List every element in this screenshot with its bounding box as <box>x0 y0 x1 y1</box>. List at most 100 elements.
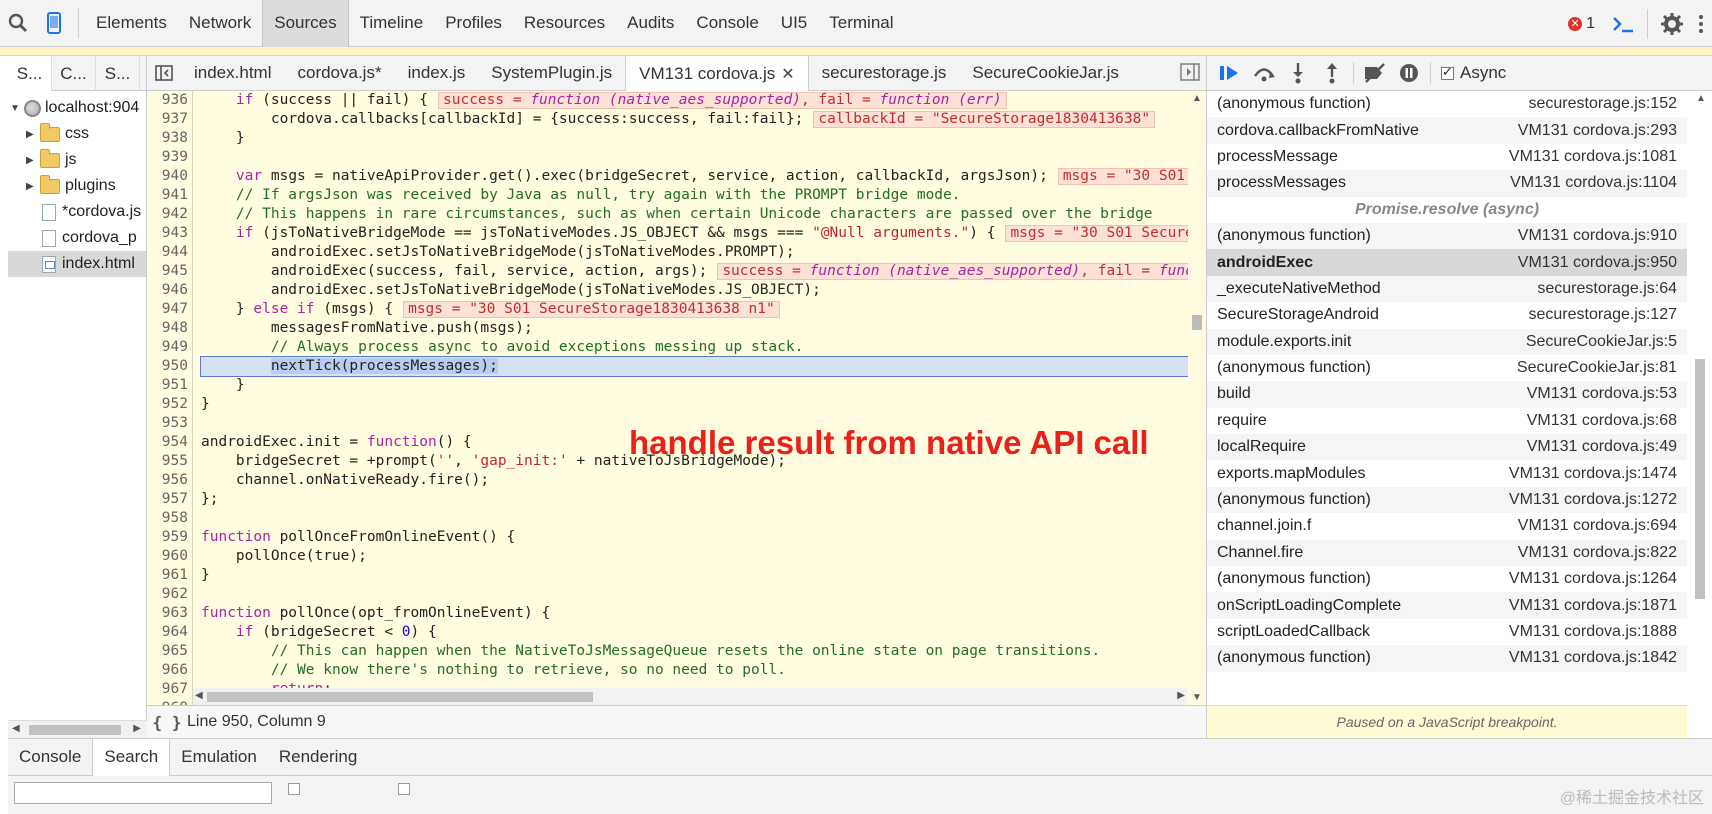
step-into-icon[interactable] <box>1281 56 1315 90</box>
more-options-icon[interactable] <box>1690 1 1712 47</box>
line-number[interactable]: 959 <box>147 528 192 547</box>
code-line[interactable]: // Always process async to avoid excepti… <box>201 338 1206 357</box>
scroll-right-arrow-icon[interactable]: ▶ <box>133 723 141 734</box>
tree-item-index-html[interactable]: index.html <box>8 251 146 277</box>
line-number[interactable]: 941 <box>147 186 192 205</box>
call-frame-location[interactable]: securestorage.js:127 <box>1528 306 1677 324</box>
step-out-icon[interactable] <box>1315 56 1349 90</box>
ignore-case-checkbox[interactable] <box>288 783 300 795</box>
call-frame-location[interactable]: securestorage.js:152 <box>1528 95 1677 113</box>
code-line[interactable]: channel.onNativeReady.fire(); <box>201 471 1206 490</box>
code-line[interactable]: function pollOnceFromOnlineEvent() { <box>201 528 1206 547</box>
line-number[interactable]: 961 <box>147 566 192 585</box>
code-line[interactable]: androidExec(success, fail, service, acti… <box>201 262 1206 281</box>
call-frame[interactable]: onScriptLoadingComplete VM131 cordova.js:… <box>1207 592 1687 619</box>
line-number[interactable]: 966 <box>147 661 192 680</box>
scroll-left-arrow-icon[interactable]: ◀ <box>12 723 20 734</box>
code-line[interactable] <box>201 148 1206 167</box>
line-number[interactable]: 939 <box>147 148 192 167</box>
inspect-search-icon[interactable] <box>0 0 36 46</box>
resume-icon[interactable] <box>1213 56 1247 90</box>
async-checkbox[interactable]: Async <box>1441 63 1506 83</box>
call-frame[interactable]: (anonymous function) SecureCookieJar.js:8… <box>1207 355 1687 381</box>
gear-icon[interactable] <box>1654 1 1690 47</box>
error-counter[interactable]: ✕ 1 <box>1568 15 1595 33</box>
code-line[interactable] <box>201 509 1206 528</box>
call-frame-location[interactable]: VM131 cordova.js:68 <box>1527 412 1677 430</box>
call-frame-location[interactable]: SecureCookieJar.js:5 <box>1526 333 1677 351</box>
navigator-tab-3[interactable]: S... <box>96 56 140 91</box>
line-number[interactable]: 964 <box>147 623 192 642</box>
line-number[interactable]: 946 <box>147 281 192 300</box>
line-number[interactable]: 948 <box>147 319 192 338</box>
execution-line[interactable]: nextTick(processMessages); <box>200 356 1206 377</box>
code-line[interactable]: }; <box>201 490 1206 509</box>
call-frame[interactable]: cordova.callbackFromNative VM131 cordova.… <box>1207 117 1687 144</box>
line-number[interactable]: 951 <box>147 376 192 395</box>
call-frame-location[interactable]: VM131 cordova.js:53 <box>1527 385 1677 403</box>
regex-checkbox[interactable] <box>398 783 410 795</box>
tab-network[interactable]: Network <box>178 0 262 47</box>
code-line[interactable]: pollOnce(true); <box>201 547 1206 566</box>
drawer-tab-search[interactable]: Search <box>92 738 171 776</box>
tab-sources[interactable]: Sources <box>262 0 349 47</box>
call-frame-location[interactable]: VM131 cordova.js:1272 <box>1509 491 1677 509</box>
pretty-print-icon[interactable]: { } <box>147 713 187 732</box>
code-line[interactable]: } <box>201 129 1206 148</box>
call-frame[interactable]: (anonymous function) VM131 cordova.js:126… <box>1207 566 1687 592</box>
search-input[interactable] <box>14 782 272 804</box>
scroll-up-arrow-icon[interactable]: ▲ <box>1192 93 1202 104</box>
call-frame-location[interactable]: VM131 cordova.js:1842 <box>1509 649 1677 667</box>
call-frame-location[interactable]: VM131 cordova.js:1474 <box>1509 465 1677 483</box>
toggle-navigator-icon[interactable] <box>147 56 181 91</box>
source-code[interactable]: if (success || fail) {success = function… <box>200 91 1206 705</box>
tree-item-cordova-js[interactable]: *cordova.js <box>8 199 146 225</box>
scrollbar-thumb[interactable] <box>1192 315 1202 330</box>
checkbox-checked-icon[interactable] <box>1441 64 1454 80</box>
editor-tab-cordova-js[interactable]: cordova.js* <box>284 56 394 91</box>
line-number-gutter[interactable]: 936 937 938 939 940 941 942 943 944 945 946 947 948 9… <box>147 91 193 705</box>
tree-item-localhost-904[interactable]: ▼ localhost:904 <box>8 95 146 121</box>
tab-resources[interactable]: Resources <box>513 0 616 47</box>
tree-item-js[interactable]: ▶ js <box>8 147 146 173</box>
call-frame[interactable]: build VM131 cordova.js:53 <box>1207 381 1687 408</box>
code-line[interactable]: if (success || fail) {success = function… <box>201 91 1206 110</box>
call-frame[interactable]: scriptLoadedCallback VM131 cordova.js:188… <box>1207 619 1687 645</box>
step-over-icon[interactable] <box>1247 56 1281 90</box>
line-number[interactable]: 965 <box>147 642 192 661</box>
line-number[interactable]: 942 <box>147 205 192 224</box>
call-frame-location[interactable]: VM131 cordova.js:694 <box>1518 517 1677 535</box>
code-line[interactable]: } <box>201 395 1206 414</box>
call-frame[interactable]: _executeNativeMethod securestorage.js:64 <box>1207 275 1687 303</box>
call-frame[interactable]: Channel.fire VM131 cordova.js:822 <box>1207 539 1687 567</box>
line-number[interactable]: 950 <box>147 357 192 376</box>
call-frame[interactable]: processMessage VM131 cordova.js:1081 <box>1207 144 1687 170</box>
call-frame-location[interactable]: VM131 cordova.js:1081 <box>1509 148 1677 166</box>
call-frame[interactable]: processMessages VM131 cordova.js:1104 <box>1207 170 1687 197</box>
code-line[interactable]: function pollOnce(opt_fromOnlineEvent) { <box>201 604 1206 623</box>
scrollbar-thumb[interactable] <box>207 692 593 702</box>
line-number[interactable]: 955 <box>147 452 192 471</box>
call-frame-location[interactable]: VM131 cordova.js:293 <box>1518 122 1677 140</box>
editor-vertical-scrollbar[interactable]: ▲ ▼ <box>1188 91 1206 705</box>
navigator-horizontal-scrollbar[interactable]: ◀ ▶ <box>8 720 147 738</box>
editor-horizontal-scrollbar[interactable]: ◀ ▶ <box>193 688 1187 705</box>
line-number[interactable]: 953 <box>147 414 192 433</box>
line-number[interactable]: 962 <box>147 585 192 604</box>
code-line[interactable]: // If argsJson was received by Java as n… <box>201 186 1206 205</box>
line-number[interactable]: 952 <box>147 395 192 414</box>
line-number[interactable]: 967 <box>147 680 192 699</box>
pause-on-exceptions-icon[interactable] <box>1392 56 1426 90</box>
code-line[interactable]: // This happens in rare circumstances, s… <box>201 205 1206 224</box>
code-line[interactable]: // We know there's nothing to retrieve, … <box>201 661 1206 680</box>
navigator-tab-2[interactable]: C... <box>52 56 96 91</box>
collapsed-triangle-icon[interactable]: ▶ <box>26 181 38 192</box>
console-drawer-icon[interactable] <box>1605 1 1641 47</box>
scroll-down-arrow-icon[interactable]: ▼ <box>1192 692 1202 703</box>
scroll-up-arrow-icon[interactable]: ▲ <box>1696 93 1706 104</box>
tab-ui5[interactable]: UI5 <box>770 0 818 47</box>
call-frame-location[interactable]: VM131 cordova.js:1871 <box>1509 597 1677 615</box>
tree-item-css[interactable]: ▶ css <box>8 121 146 147</box>
code-line[interactable]: cordova.callbacks[callbackId] = {success… <box>201 110 1206 129</box>
call-frame[interactable]: (anonymous function) VM131 cordova.js:184… <box>1207 645 1687 672</box>
